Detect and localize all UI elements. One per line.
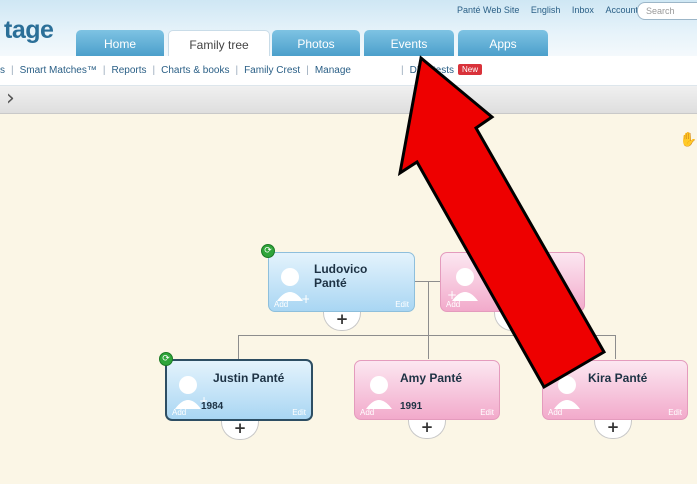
annotation-arrow-icon <box>397 55 607 390</box>
